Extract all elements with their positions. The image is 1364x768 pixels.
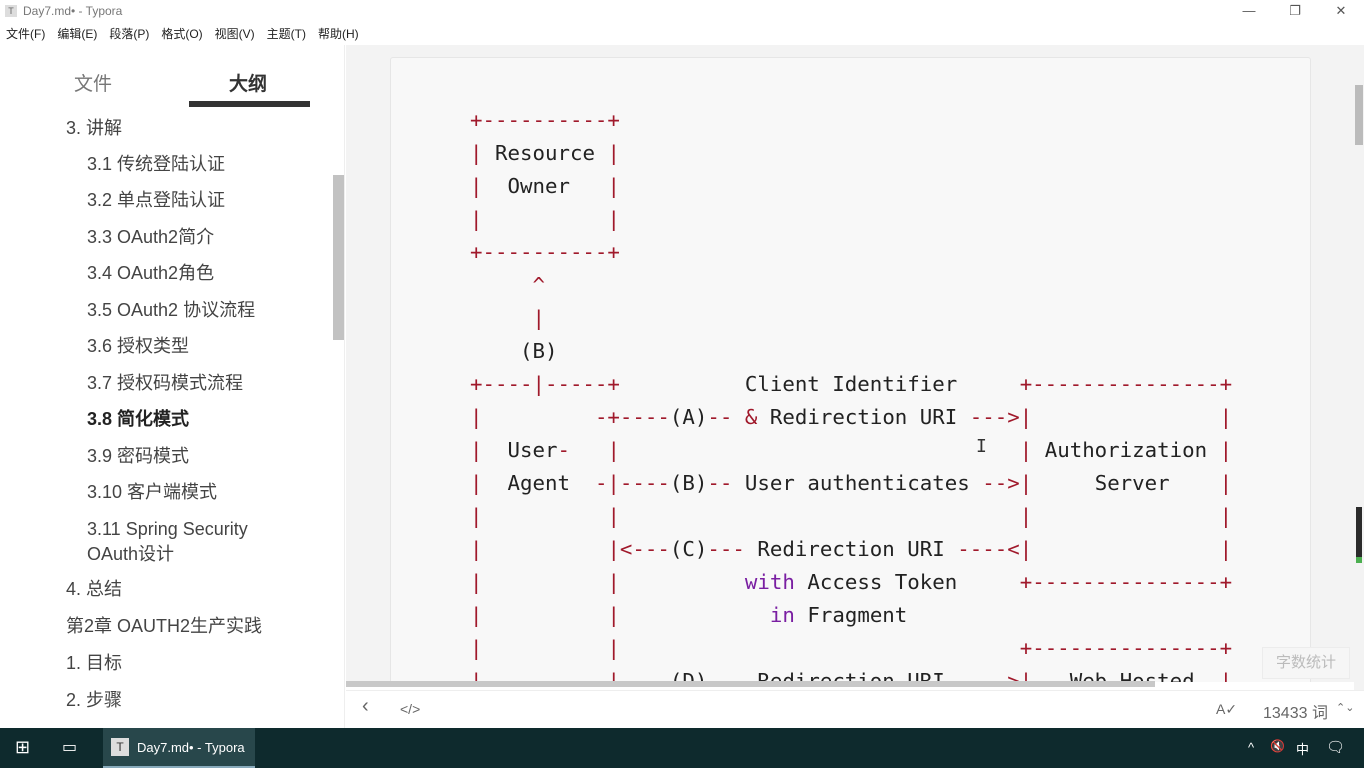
text-cursor-icon: I [976,436,987,457]
diagram-line: +----|-----+ Client Identifier +--------… [470,372,1233,396]
outline-item[interactable]: 3.9 密码模式 [87,444,189,469]
diagram-line: | |----(D)--- Redirection URI ---->| Web… [470,669,1233,682]
tray-chevron-icon[interactable]: ^ [1248,740,1254,755]
outline-item[interactable]: 3.7 授权码模式流程 [87,371,243,396]
diagram-line: | | in Fragment [470,603,908,627]
outline-item[interactable]: 3. 讲解 [66,116,122,141]
menu-help[interactable]: 帮助(H) [318,25,359,42]
outline-item[interactable]: 3.5 OAuth2 协议流程 [87,298,255,323]
source-mode-button[interactable]: </> [400,701,420,717]
toggle-sidebar-button[interactable]: ‹ [362,695,369,718]
taskbar: ⊞ ▭ T Day7.md• - Typora ^ 🔇 中 🗨 [0,728,1364,768]
volume-muted-icon[interactable]: 🔇 [1270,739,1285,753]
editor-scrollbar[interactable] [1354,45,1364,728]
minimize-button[interactable]: — [1226,0,1272,22]
taskbar-typora[interactable]: T Day7.md• - Typora [103,728,255,768]
title-bar: T Day7.md• - Typora — ❐ ✕ [0,0,1364,22]
ascii-diagram: +----------+ | Resource | | Owner | | | +---… [470,104,1232,682]
menu-bar: 文件(F) 编辑(E) 段落(P) 格式(O) 视图(V) 主题(T) 帮助(H… [0,22,365,44]
menu-edit[interactable]: 编辑(E) [57,25,97,42]
editor[interactable]: +----------+ | Resource | | Owner | | | +---… [346,45,1354,682]
diagram-line: | -+----(A)-- & Redirection URI --->| | [470,405,1233,429]
window-title: Day7.md• - Typora [23,4,123,18]
outline-item[interactable]: 3.2 单点登陆认证 [87,188,225,213]
restore-button[interactable]: ❐ [1272,0,1318,22]
scroll-marker [1356,507,1362,563]
diagram-line: | [532,306,545,330]
menu-format[interactable]: 格式(O) [161,25,202,42]
diagram-line: | |<---(C)--- Redirection URI ----<| | [470,537,1233,561]
tab-files[interactable]: 文件 [74,69,112,96]
sidebar-scrollbar[interactable] [333,175,344,340]
diagram-line: | Agent -|----(B)-- User authenticates -… [470,471,1233,495]
diagram-line: (B) [470,339,558,363]
outline-item[interactable]: 3.8 简化模式 [87,407,189,432]
outline-item[interactable]: 第2章 OAUTH2生产实践 [66,614,262,639]
diagram-line: ^ [532,273,545,297]
start-button[interactable]: ⊞ [15,737,30,758]
diagram-line: | Resource | [470,141,620,165]
word-count[interactable]: 13433 词 [1263,699,1328,723]
sidebar: 文件 大纲 3. 讲解 3.1 传统登陆认证 3.2 单点登陆认证 3.3 OAuth… [0,45,345,728]
menu-theme[interactable]: 主题(T) [267,25,306,42]
menu-paragraph[interactable]: 段落(P) [109,25,149,42]
diagram-line: | | | | [470,504,1233,528]
outline-item[interactable]: 3.1 传统登陆认证 [87,152,225,177]
close-button[interactable]: ✕ [1318,0,1364,22]
diagram-line: | | [470,207,620,231]
outline-item[interactable]: 3.10 客户端模式 [87,480,217,505]
outline-item[interactable]: 3.3 OAuth2简介 [87,225,214,250]
outline-item[interactable]: 1. 目标 [66,651,122,676]
menu-view[interactable]: 视图(V) [215,25,255,42]
diagram-line: | Owner | [470,174,620,198]
typora-icon: T [111,738,129,756]
outline-item[interactable]: 3.11 Spring Security OAuth设计 [87,517,277,567]
status-bar: ‹ </> A✓ 13433 词 ⌃⌄ [346,690,1364,728]
task-view-button[interactable]: ▭ [62,737,77,757]
outline-item[interactable]: 2. 步骤 [66,688,122,713]
spellcheck-icon[interactable]: A✓ [1216,701,1237,718]
word-count-toggle-icon[interactable]: ⌃⌄ [1336,701,1354,714]
app-icon: T [5,5,17,17]
diagram-line: | User- | | Authorization | [470,438,1233,462]
ime-indicator[interactable]: 中 [1296,739,1309,758]
notifications-icon[interactable]: 🗨 [1326,738,1345,756]
menu-file[interactable]: 文件(F) [6,25,45,42]
diagram-line: +----------+ [470,108,620,132]
outline-item[interactable]: 3.6 授权类型 [87,334,189,359]
word-count-button[interactable]: 字数统计 [1262,647,1350,679]
outline-item[interactable]: 4. 总结 [66,577,122,602]
diagram-line: | | +---------------+ [470,636,1233,660]
taskbar-app-label: Day7.md• - Typora [137,740,245,755]
horizontal-scrollbar[interactable] [346,681,1155,687]
active-tab-indicator [189,101,310,107]
diagram-line: | | with Access Token +---------------+ [470,570,1233,594]
outline-item[interactable]: 3.4 OAuth2角色 [87,261,214,286]
tab-outline[interactable]: 大纲 [229,69,267,96]
diagram-line: +----------+ [470,240,620,264]
scrollbar-thumb[interactable] [1355,85,1363,145]
